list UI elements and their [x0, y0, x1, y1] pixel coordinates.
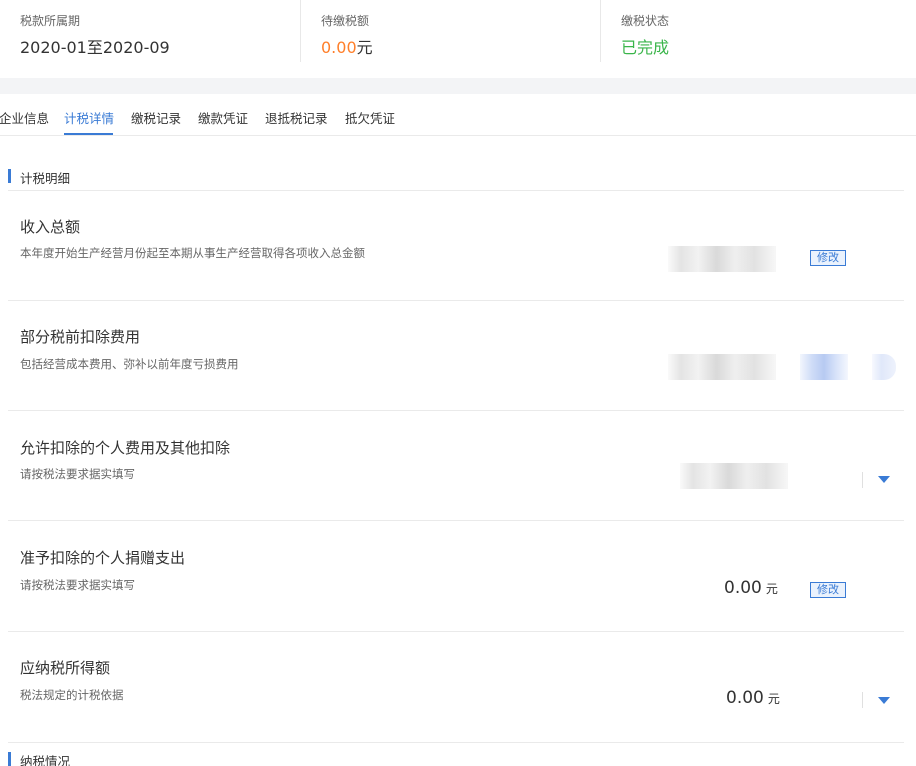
- row-taxable-income: 应纳税所得额 税法规定的计税依据 0.00 元: [8, 633, 904, 743]
- section-tax-payment-header: 纳税情况: [8, 751, 904, 766]
- tab-refund-records[interactable]: 退抵税记录: [265, 108, 328, 127]
- row-total-income: 收入总额 本年度开始生产经营月份起至本期从事生产经营取得各项收入总金额 修改: [8, 191, 904, 301]
- detail-tabs: 企业信息 计税详情 缴税记录 缴款凭证 退抵税记录 抵欠凭证: [0, 94, 916, 136]
- tab-payment-records[interactable]: 缴税记录: [131, 108, 181, 127]
- row-description: 请按税法要求据实填写: [20, 467, 135, 481]
- pending-tax-value: 0.00元: [321, 34, 373, 58]
- pending-tax-amount: 0.00: [321, 38, 357, 57]
- active-tab-indicator: [64, 133, 113, 135]
- amount-value: 0.00 元: [724, 578, 778, 598]
- expand-caret-icon[interactable]: [878, 697, 890, 704]
- row-description: 请按税法要求据实填写: [20, 578, 135, 592]
- redacted-amount: [668, 354, 776, 380]
- row-description: 包括经营成本费用、弥补以前年度亏损费用: [20, 357, 239, 371]
- redacted-edit-button[interactable]: [800, 354, 848, 380]
- edit-button[interactable]: 修改: [810, 250, 846, 266]
- amount-number: 0.00: [726, 688, 764, 708]
- row-title: 收入总额: [20, 218, 81, 236]
- tab-tax-details[interactable]: 计税详情: [64, 108, 114, 127]
- section-tax-details-header: 计税明细: [8, 168, 904, 186]
- section-accent-bar: [8, 752, 11, 766]
- tax-period-value: 2020-01至2020-09: [20, 38, 170, 57]
- tax-status-value: 已完成: [621, 38, 670, 57]
- row-title: 应纳税所得额: [20, 659, 111, 677]
- tab-payment-voucher[interactable]: 缴款凭证: [198, 108, 248, 127]
- pending-tax-cell: 待缴税额 0.00元: [301, 0, 601, 62]
- tax-status-cell: 缴税状态 已完成: [601, 0, 916, 62]
- tax-period-cell: 税款所属期 2020-01至2020-09: [0, 0, 301, 62]
- row-description: 本年度开始生产经营月份起至本期从事生产经营取得各项收入总金额: [20, 246, 365, 260]
- amount-unit: 元: [767, 692, 780, 706]
- row-pretax-deductions: 部分税前扣除费用 包括经营成本费用、弥补以前年度亏损费用: [8, 301, 904, 411]
- edit-button[interactable]: 修改: [810, 582, 846, 598]
- amount-value: 0.00 元: [726, 688, 780, 708]
- row-title: 允许扣除的个人费用及其他扣除: [20, 439, 231, 457]
- pending-tax-unit: 元: [356, 38, 373, 57]
- row-title: 准予扣除的个人捐赠支出: [20, 549, 186, 567]
- section-title: 计税明细: [20, 171, 71, 186]
- divider: [862, 692, 863, 708]
- redacted-toggle[interactable]: [872, 354, 896, 380]
- tax-period-label: 税款所属期: [20, 14, 81, 28]
- expand-caret-icon[interactable]: [878, 476, 890, 483]
- tax-summary-header: 税款所属期 2020-01至2020-09 待缴税额 0.00元 缴税状态 已完…: [0, 0, 916, 78]
- row-description: 税法规定的计税依据: [20, 688, 124, 702]
- row-title: 部分税前扣除费用: [20, 328, 141, 346]
- separator-band: [0, 78, 916, 94]
- amount-unit: 元: [765, 582, 778, 596]
- divider: [862, 472, 863, 488]
- row-personal-deductions: 允许扣除的个人费用及其他扣除 请按税法要求据实填写: [8, 411, 904, 521]
- pending-tax-label: 待缴税额: [321, 14, 370, 28]
- redacted-amount: [668, 246, 776, 272]
- section-accent-bar: [8, 169, 11, 183]
- section-title: 纳税情况: [20, 754, 71, 766]
- tab-offset-voucher[interactable]: 抵欠凭证: [345, 108, 395, 127]
- tab-company-info[interactable]: 企业信息: [0, 108, 49, 127]
- row-charitable-donations: 准予扣除的个人捐赠支出 请按税法要求据实填写 0.00 元 修改: [8, 522, 904, 632]
- tax-status-label: 缴税状态: [621, 14, 670, 28]
- amount-number: 0.00: [724, 578, 762, 598]
- redacted-amount: [680, 463, 788, 489]
